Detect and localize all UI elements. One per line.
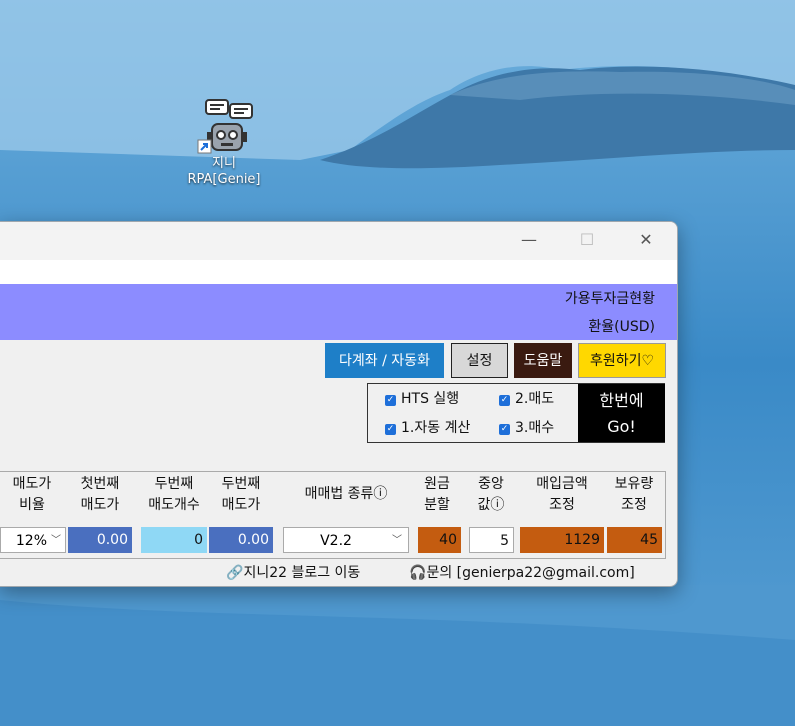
second-sell-price-field[interactable]: 0.00 <box>209 527 273 553</box>
second-sell-count-field[interactable]: 0 <box>141 527 207 553</box>
header-text: 매도가 <box>12 476 52 492</box>
checkmark-icon: ✓ <box>499 424 510 435</box>
header-text: 중앙 <box>478 476 504 492</box>
header-text: 값ⓘ <box>477 497 505 513</box>
go-label-2: Go! <box>607 417 636 436</box>
principal-split-field[interactable]: 40 <box>418 527 461 553</box>
chevron-down-icon: ﹀ <box>392 535 402 546</box>
header-text: 매매법 종류ⓘ <box>304 486 388 502</box>
header-text: 매입금액 <box>536 476 588 492</box>
donate-button[interactable]: 후원하기♡ <box>578 343 666 378</box>
header-median: 중앙값ⓘ <box>468 474 514 516</box>
app-window: — ☐ ✕ 가용투자금현황 환율(USD) 다계좌 / 자동화 설정 도움말 후… <box>0 221 678 587</box>
menu-bar <box>0 260 677 284</box>
multi-account-button[interactable]: 다계좌 / 자동화 <box>325 343 444 378</box>
buy-checkbox[interactable]: ✓ 3.매수 <box>499 417 554 437</box>
header-text: 원금 <box>424 476 450 492</box>
header-text: 조정 <box>621 497 647 513</box>
robot-chat-icon <box>197 99 253 154</box>
close-button[interactable]: ✕ <box>623 222 669 260</box>
header-holding-adjust: 보유량조정 <box>607 474 661 516</box>
first-sell-price-field[interactable]: 0.00 <box>68 527 132 553</box>
header-text: 분할 <box>424 497 450 513</box>
blog-link[interactable]: 🔗지니22 블로그 이동 <box>226 562 360 584</box>
help-button[interactable]: 도움말 <box>514 343 572 378</box>
sell-label: 2.매도 <box>515 391 555 407</box>
checkmark-icon: ✓ <box>385 395 396 406</box>
desktop-shortcut-genie[interactable]: 지니 RPA[Genie] <box>176 96 272 188</box>
sell-ratio-select[interactable]: 12% ﹀ <box>0 527 66 553</box>
go-all-button[interactable]: 한번에 Go! <box>578 384 665 442</box>
header-text: 매도가 <box>80 497 120 513</box>
header-purchase-adjust: 매입금액조정 <box>520 474 604 516</box>
header-text: 두번째 <box>221 476 261 492</box>
settings-button[interactable]: 설정 <box>451 343 508 378</box>
link-icon: 🔗 <box>226 565 244 581</box>
header-sell-ratio: 매도가비율 <box>0 474 64 516</box>
go-label-1: 한번에 <box>599 391 644 410</box>
method-value: V2.2 <box>320 533 352 549</box>
sell-ratio-value: 12% <box>15 533 47 549</box>
header-text: 보유량 <box>614 476 654 492</box>
contact-link[interactable]: 🎧문의 [genierpa22@gmail.com] <box>409 562 635 584</box>
header-method: 매매법 종류ⓘ <box>283 484 409 505</box>
buy-label: 3.매수 <box>515 420 555 436</box>
funds-panel: 가용투자금현황 환율(USD) <box>0 284 677 340</box>
available-funds-label: 가용투자금현황 <box>564 291 655 307</box>
header-text: 매도가 <box>221 497 261 513</box>
header-text: 비율 <box>19 497 45 513</box>
run-options-group: ✓ HTS 실행 ✓ 2.매도 ✓ 1.자동 계산 ✓ 3.매수 한번에 Go! <box>367 383 665 443</box>
exchange-rate-label: 환율(USD) <box>588 319 655 335</box>
header-text: 매도개수 <box>148 497 200 513</box>
header-first-sell-price: 첫번째매도가 <box>68 474 132 516</box>
sell-checkbox[interactable]: ✓ 2.매도 <box>499 388 554 408</box>
desktop-icon-label-2: RPA[Genie] <box>187 172 261 187</box>
chevron-down-icon: ﹀ <box>51 535 61 546</box>
auto-calc-label: 1.자동 계산 <box>401 420 471 436</box>
method-select[interactable]: V2.2 ﹀ <box>283 527 409 553</box>
maximize-button[interactable]: ☐ <box>564 222 610 260</box>
median-field[interactable]: 5 <box>469 527 514 553</box>
header-second-sell-price: 두번째매도가 <box>209 474 273 516</box>
title-bar[interactable]: — ☐ ✕ <box>0 222 677 260</box>
header-text: 조정 <box>549 497 575 513</box>
hts-run-label: HTS 실행 <box>401 391 460 407</box>
auto-calc-checkbox[interactable]: ✓ 1.자동 계산 <box>385 417 470 437</box>
holding-adjust-field[interactable]: 45 <box>607 527 662 553</box>
purchase-adjust-field[interactable]: 1129 <box>520 527 604 553</box>
headset-icon: 🎧 <box>409 565 427 581</box>
minimize-button[interactable]: — <box>506 222 552 260</box>
blog-link-text: 지니22 블로그 이동 <box>243 565 361 581</box>
checkmark-icon: ✓ <box>385 424 396 435</box>
header-principal-split: 원금분할 <box>417 474 457 516</box>
header-second-sell-count: 두번째매도개수 <box>140 474 208 516</box>
header-text: 두번째 <box>154 476 194 492</box>
contact-text: 문의 [genierpa22@gmail.com] <box>426 565 635 581</box>
header-text: 첫번째 <box>80 476 120 492</box>
hts-run-checkbox[interactable]: ✓ HTS 실행 <box>385 388 459 408</box>
desktop-icon-label: 지니 <box>212 156 236 171</box>
checkmark-icon: ✓ <box>499 395 510 406</box>
